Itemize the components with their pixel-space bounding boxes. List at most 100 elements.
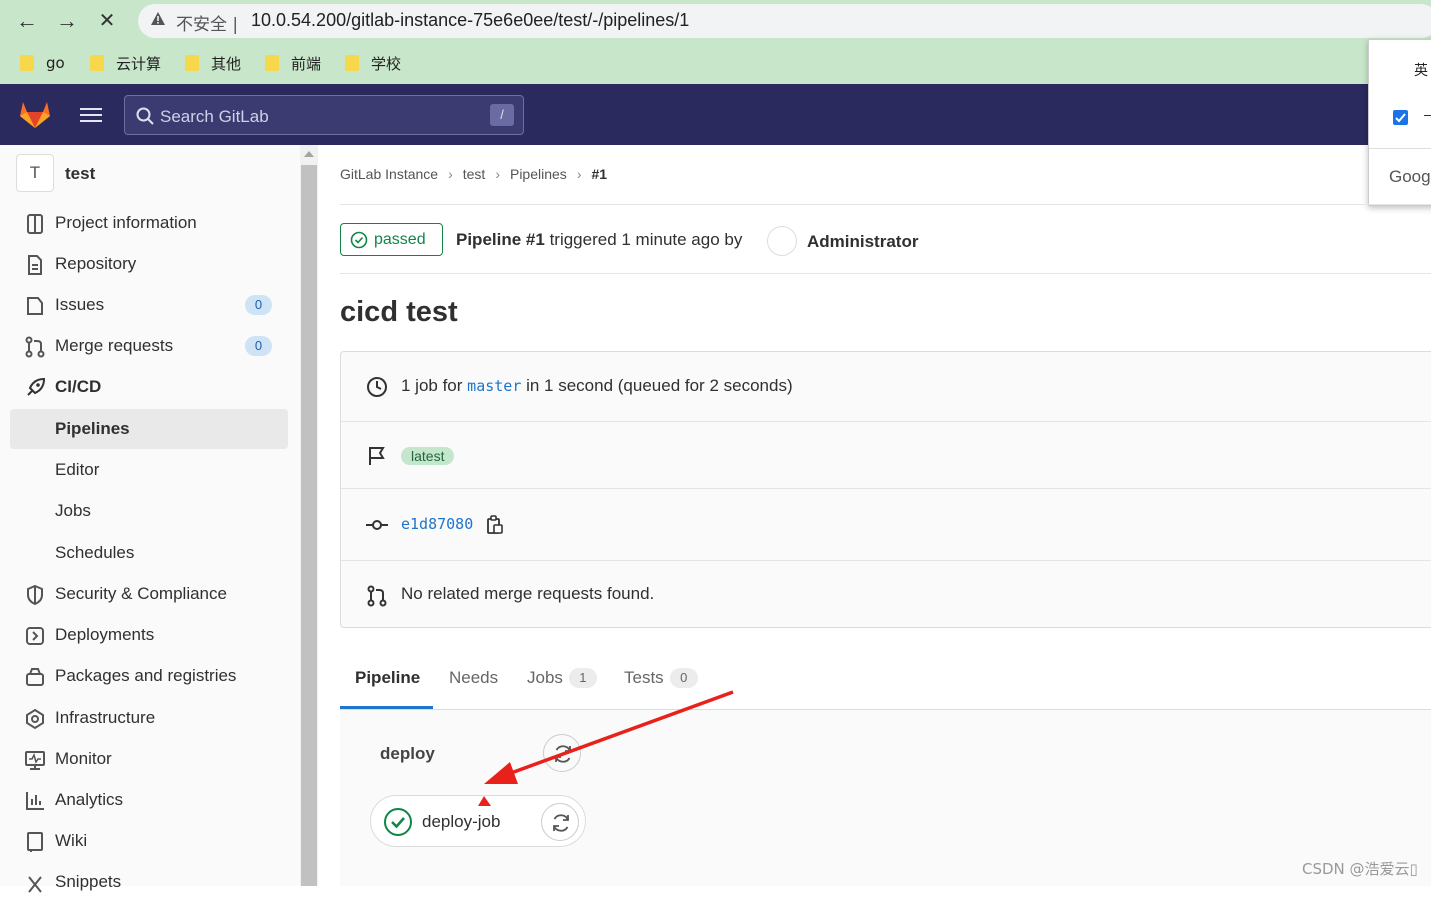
active-tab-indicator: [340, 706, 433, 709]
pipeline-name: Pipeline #1: [456, 230, 545, 249]
bookmark-frontend[interactable]: 前端: [265, 52, 321, 74]
check-circle-icon: [384, 808, 412, 836]
pipeline-author[interactable]: Administrator: [807, 232, 918, 252]
project-name[interactable]: test: [65, 164, 95, 184]
popup-google: Googl: [1389, 167, 1431, 186]
scrollbar-thumb[interactable]: [301, 165, 317, 886]
sidebar-item-editor[interactable]: Editor: [10, 450, 288, 490]
breadcrumb: GitLab Instance › test › Pipelines › #1: [340, 166, 617, 182]
infrastructure-icon: [26, 708, 44, 730]
wiki-icon: [27, 832, 43, 852]
merge-requests-count-badge: 0: [245, 336, 272, 356]
search-input[interactable]: Search GitLab /: [124, 95, 524, 135]
issues-icon: [27, 297, 43, 315]
sidebar-item-packages-registries[interactable]: Packages and registries: [10, 656, 288, 696]
sidebar-item-jobs[interactable]: Jobs: [10, 491, 288, 531]
sidebar-item-deployments[interactable]: Deployments: [10, 615, 288, 655]
stop-button[interactable]: ✕: [94, 8, 120, 34]
menu-icon[interactable]: [80, 104, 102, 124]
sidebar-item-schedules[interactable]: Schedules: [10, 533, 288, 573]
breadcrumb-current[interactable]: #1: [591, 166, 607, 182]
commit-icon: [366, 520, 388, 530]
project-avatar[interactable]: T: [16, 154, 54, 192]
pipeline-triggered: triggered 1 minute ago by: [549, 230, 743, 249]
sidebar-item-snippets[interactable]: Snippets: [10, 862, 288, 902]
sidebar-item-cicd[interactable]: CI/CD: [10, 367, 288, 407]
commit-sha-link[interactable]: e1d87080: [401, 515, 473, 533]
folder-icon: [20, 55, 34, 71]
shield-icon: [27, 584, 43, 606]
folder-icon: [265, 55, 279, 71]
doc-icon: [28, 255, 42, 275]
merge-request-icon: [367, 585, 387, 607]
sidebar-item-merge-requests[interactable]: Merge requests 0: [10, 326, 288, 366]
sidebar-item-repository[interactable]: Repository: [10, 244, 288, 284]
sidebar-item-infrastructure[interactable]: Infrastructure: [10, 698, 288, 738]
sidebar-item-issues[interactable]: Issues 0: [10, 285, 288, 325]
branch-link[interactable]: master: [467, 377, 521, 395]
translate-popup: 英 – Googl: [1368, 39, 1431, 206]
info-row-commit: e1d87080: [341, 489, 1431, 561]
search-placeholder: Search GitLab: [160, 107, 269, 126]
stage-name: deploy: [380, 744, 435, 763]
folder-icon: [90, 55, 104, 71]
info-row-merge: No related merge requests found.: [341, 561, 1431, 629]
bookmark-school[interactable]: 学校: [345, 52, 401, 74]
rocket-icon: [27, 377, 46, 396]
sidebar-item-analytics[interactable]: Analytics: [10, 780, 288, 820]
browser-toolbar: ← → ✕ 不安全 | 10.0.54.200/gitlab-instance-…: [0, 0, 1431, 44]
summary-suffix: in 1 second (queued for 2 seconds): [526, 376, 793, 395]
sidebar-item-security-compliance[interactable]: Security & Compliance: [10, 574, 288, 614]
info-row-duration: 1 job for master in 1 second (queued for…: [341, 352, 1431, 422]
monitor-icon: [25, 751, 45, 770]
folder-icon: [185, 55, 199, 71]
flag-icon: [369, 447, 385, 465]
tab-pipeline[interactable]: Pipeline: [355, 668, 420, 688]
divider: [340, 273, 1431, 274]
merge-requests-text: No related merge requests found.: [401, 584, 655, 603]
popup-checkbox[interactable]: [1393, 110, 1408, 125]
clock-icon: [367, 377, 387, 397]
package-icon: [26, 668, 44, 686]
divider: [340, 204, 1431, 205]
bookmark-go[interactable]: go: [20, 52, 65, 74]
analytics-icon: [26, 792, 44, 810]
popup-language[interactable]: 英: [1414, 60, 1428, 80]
pipeline-status-badge[interactable]: passed: [340, 223, 443, 256]
back-button[interactable]: ←: [14, 8, 40, 34]
breadcrumb-gitlab-instance[interactable]: GitLab Instance: [340, 166, 438, 182]
copy-icon[interactable]: [486, 514, 504, 535]
search-shortcut: /: [490, 104, 514, 126]
watermark: CSDN @浩爱云▯: [1302, 860, 1418, 878]
breadcrumb-chevron-icon: ›: [448, 166, 453, 182]
folder-icon: [345, 55, 359, 71]
gitlab-topnav: Search GitLab /: [0, 84, 1431, 145]
pipeline-info-card: 1 job for master in 1 second (queued for…: [340, 351, 1431, 628]
snippet-icon: [28, 876, 42, 893]
popup-divider: [1369, 148, 1431, 149]
breadcrumb-chevron-icon: ›: [495, 166, 500, 182]
bookmarks-bar: go 云计算 其他 前端 学校: [0, 44, 1431, 84]
check-icon: [1395, 113, 1406, 123]
gitlab-logo-icon[interactable]: [18, 97, 52, 131]
annotation-arrow: [478, 690, 734, 806]
url-text[interactable]: 10.0.54.200/gitlab-instance-75e6e0ee/tes…: [251, 10, 689, 31]
warning-triangle-icon: [151, 12, 165, 25]
summary-prefix: 1 job for: [401, 376, 463, 395]
bookmark-cloud[interactable]: 云计算: [90, 52, 161, 74]
scroll-up-icon[interactable]: [304, 151, 314, 157]
info-row-tags: latest: [341, 422, 1431, 489]
breadcrumb-pipelines[interactable]: Pipelines: [510, 166, 567, 182]
sidebar-item-wiki[interactable]: Wiki: [10, 821, 288, 861]
avatar[interactable]: [767, 226, 797, 256]
sidebar-item-pipelines[interactable]: Pipelines: [10, 409, 288, 449]
deployments-icon: [26, 627, 44, 645]
sidebar-item-project-information[interactable]: Project information: [10, 203, 288, 243]
sidebar-item-monitor[interactable]: Monitor: [10, 739, 288, 779]
bookmark-other[interactable]: 其他: [185, 52, 241, 74]
latest-badge: latest: [401, 447, 455, 465]
forward-button[interactable]: →: [54, 8, 80, 34]
breadcrumb-project[interactable]: test: [463, 166, 486, 182]
merge-request-icon: [25, 336, 45, 358]
breadcrumb-chevron-icon: ›: [576, 166, 582, 182]
